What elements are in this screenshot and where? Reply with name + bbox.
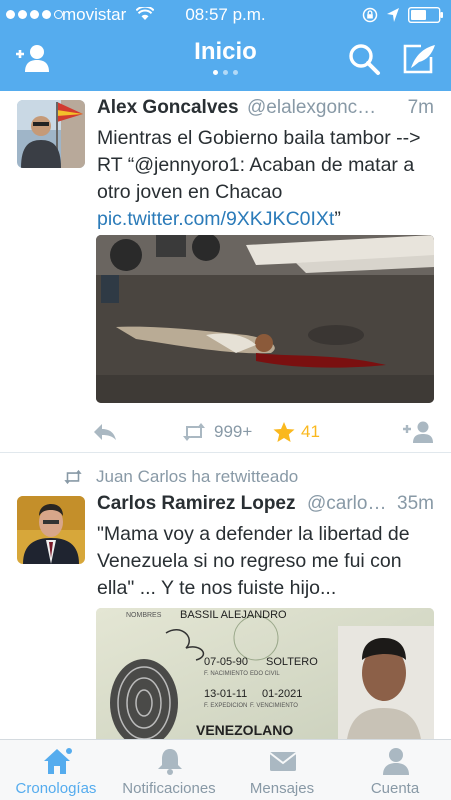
tweet-body: Mientras el Gobierno baila tambor --> RT… [97,127,421,203]
id-nationality: VENEZOLANO [196,722,294,738]
tweet-text: "Mama voy a defender la libertad de Vene… [97,523,410,599]
tweet-photo[interactable]: NOMBRES BASSIL ALEJANDRO 07-05-90 SOLTER… [96,608,434,739]
tweet-age: 7m [407,97,434,118]
person-icon [383,748,409,775]
tab-cuenta[interactable]: Cuenta [339,740,451,800]
follow-button[interactable] [402,417,434,447]
timeline-feed[interactable]: Alex Goncalves @elalexgoncal… 7m Mientra… [0,91,451,739]
compose-icon[interactable] [401,42,437,76]
retweet-icon [183,423,205,441]
tweet-header: Alex Goncalves @elalexgoncal… 7m [97,97,434,121]
id-label-birth: F. NACIMIENTO [204,671,248,677]
tab-label: Cuenta [370,780,420,797]
star-icon [273,422,295,442]
tweet-age: 35m [397,493,434,514]
id-birth-date: 07-05-90 [204,656,249,668]
tab-mensajes[interactable]: Mensajes [226,740,338,800]
tab-label: Mensajes [249,780,315,797]
tweet[interactable]: Juan Carlos ha retwitteado Carlos Ramire… [0,453,451,739]
user-handle[interactable]: @elalexgoncal… [247,97,377,119]
id-label-civil: EDO CIVIL [250,671,280,677]
tab-notificaciones[interactable]: Notificaciones [113,740,225,800]
add-user-icon [403,421,433,443]
tab-label: Notificaciones [122,780,216,797]
tweet-actions: 999+ 41 [92,417,434,447]
id-label-issue: F. EXPEDICION [204,703,248,709]
tweet[interactable]: Alex Goncalves @elalexgoncal… 7m Mientra… [0,91,451,453]
page-title: Inicio [194,38,257,65]
status-time: 08:57 p.m. [185,5,266,24]
location-arrow-icon [387,8,399,22]
retweeted-by-text: Juan Carlos ha retwitteado [96,467,299,486]
id-expiry-date: 01-2021 [262,688,303,700]
reply-button[interactable] [92,417,118,447]
tweet-header: Carlos Ramirez Lopez @carlos… 35m [97,493,434,517]
user-handle[interactable]: @carlos… [307,493,387,515]
retweet-context: Juan Carlos ha retwitteado [62,467,298,487]
id-label-name: NOMBRES [126,612,162,619]
bell-icon [158,749,182,775]
envelope-icon [269,752,297,771]
navigation-bar: Inicio [0,30,451,91]
user-name[interactable]: Alex Goncalves [97,97,239,119]
tab-bar: Cronologías Notificaciones Mensajes Cuen… [0,739,451,800]
tab-cronologias[interactable]: Cronologías [0,740,112,800]
search-icon[interactable] [346,42,382,76]
tweet-text-end: ” [334,208,341,230]
retweet-count: 999+ [214,422,253,441]
page-indicator [0,70,451,75]
retweet-icon [64,469,82,485]
status-bar: movistar 08:57 p.m. [0,0,451,30]
tweet-text: Mientras el Gobierno baila tambor --> RT… [97,125,439,233]
media-link[interactable]: pic.twitter.com/9XKJKC0IXt [97,208,334,230]
rotation-lock-icon [362,7,378,23]
home-icon [44,748,72,774]
id-marital-status: SOLTERO [266,656,318,668]
id-name: BASSIL ALEJANDRO [180,609,287,621]
favorite-button[interactable]: 41 [273,417,320,447]
reply-icon [94,424,116,440]
id-label-expiry: F. VENCIMIENTO [250,703,298,709]
battery-icon [408,7,443,23]
tweet-photo[interactable] [96,235,434,403]
header: movistar 08:57 p.m. Inicio [0,0,451,91]
favorite-count: 41 [301,422,320,441]
avatar[interactable] [17,496,85,564]
tab-label: Cronologías [15,780,97,797]
avatar[interactable] [17,100,85,168]
id-issue-date: 13-01-11 [204,688,248,700]
retweet-button[interactable]: 999+ [180,417,252,447]
user-name[interactable]: Carlos Ramirez Lopez [97,493,296,515]
